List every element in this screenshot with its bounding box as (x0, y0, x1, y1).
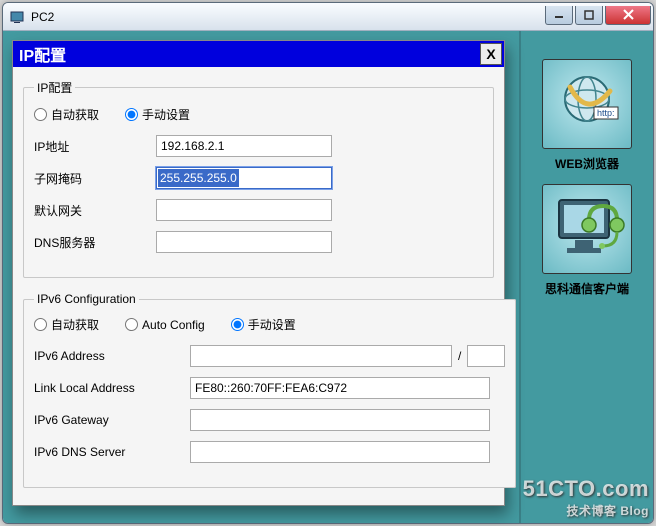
ipv4-auto-option[interactable]: 自动获取 (34, 106, 99, 123)
dialog-close-button[interactable]: X (480, 43, 502, 65)
ipv4-group: IP配置 自动获取 手动设置 IP地址 子网掩码 255.255.255.0 默… (23, 79, 494, 278)
ip-address-input[interactable] (156, 135, 332, 157)
subnet-mask-label: 子网掩码 (34, 170, 156, 187)
ipv4-manual-option[interactable]: 手动设置 (125, 106, 190, 123)
watermark-sub: 技术博客 Blog (523, 502, 649, 519)
close-window-button[interactable] (605, 6, 651, 25)
minimize-button[interactable] (545, 6, 573, 25)
link-local-label: Link Local Address (34, 381, 190, 395)
ipv6-radio-row: 自动获取 Auto Config 手动设置 (34, 316, 505, 333)
ipv6-auto-radio[interactable] (34, 318, 47, 331)
cisco-client-tile[interactable]: 思科通信客户端 (535, 184, 639, 297)
ip-address-label: IP地址 (34, 138, 156, 155)
default-gateway-label: 默认网关 (34, 202, 156, 219)
ipv6-auto-option[interactable]: 自动获取 (34, 316, 99, 333)
subnet-mask-input[interactable]: 255.255.255.0 (156, 167, 332, 189)
svg-text:http:: http: (597, 108, 615, 118)
ip-config-dialog: IP配置 X IP配置 自动获取 手动设置 IP地址 子网掩码 255.255.… (12, 40, 505, 506)
ipv6-legend: IPv6 Configuration (34, 292, 139, 306)
maximize-button[interactable] (575, 6, 603, 25)
dialog-title: IP配置 (19, 42, 66, 66)
monitor-headset-icon (542, 184, 632, 274)
window-controls (545, 9, 653, 25)
prefix-slash: / (458, 349, 461, 363)
default-gateway-input[interactable] (156, 199, 332, 221)
dns-server-input[interactable] (156, 231, 332, 253)
watermark-main: 51CTO.com (523, 476, 649, 501)
ipv6-manual-radio[interactable] (231, 318, 244, 331)
ipv6-autoconfig-radio[interactable] (125, 318, 138, 331)
ipv4-radio-row: 自动获取 手动设置 (34, 106, 483, 123)
ipv6-prefix-input[interactable] (467, 345, 505, 367)
window-title: PC2 (31, 10, 545, 24)
app-icon (9, 9, 25, 25)
ipv6-dns-input[interactable] (190, 441, 490, 463)
ipv6-group: IPv6 Configuration 自动获取 Auto Config 手动设置… (23, 292, 516, 488)
watermark: 51CTO.com 技术博客 Blog (523, 476, 649, 519)
ipv6-address-input[interactable] (190, 345, 452, 367)
ipv6-autoconfig-option[interactable]: Auto Config (125, 318, 205, 332)
cisco-client-label: 思科通信客户端 (545, 280, 629, 297)
ipv4-legend: IP配置 (34, 79, 75, 96)
web-browser-label: WEB浏览器 (555, 155, 619, 172)
ipv6-gateway-input[interactable] (190, 409, 490, 431)
web-browser-tile[interactable]: http: WEB浏览器 (535, 59, 639, 172)
dialog-titlebar[interactable]: IP配置 X (13, 41, 504, 67)
ipv6-dns-label: IPv6 DNS Server (34, 445, 190, 459)
dns-server-label: DNS服务器 (34, 234, 156, 251)
ipv6-gateway-label: IPv6 Gateway (34, 413, 190, 427)
ipv4-manual-radio[interactable] (125, 108, 138, 121)
titlebar[interactable]: PC2 (3, 3, 653, 31)
ipv6-manual-option[interactable]: 手动设置 (231, 316, 296, 333)
link-local-input[interactable] (190, 377, 490, 399)
globe-icon: http: (542, 59, 632, 149)
app-panel: http: WEB浏览器 (519, 31, 653, 523)
ipv4-auto-radio[interactable] (34, 108, 47, 121)
dialog-body: IP配置 自动获取 手动设置 IP地址 子网掩码 255.255.255.0 默… (13, 67, 504, 512)
ipv6-address-label: IPv6 Address (34, 349, 190, 363)
